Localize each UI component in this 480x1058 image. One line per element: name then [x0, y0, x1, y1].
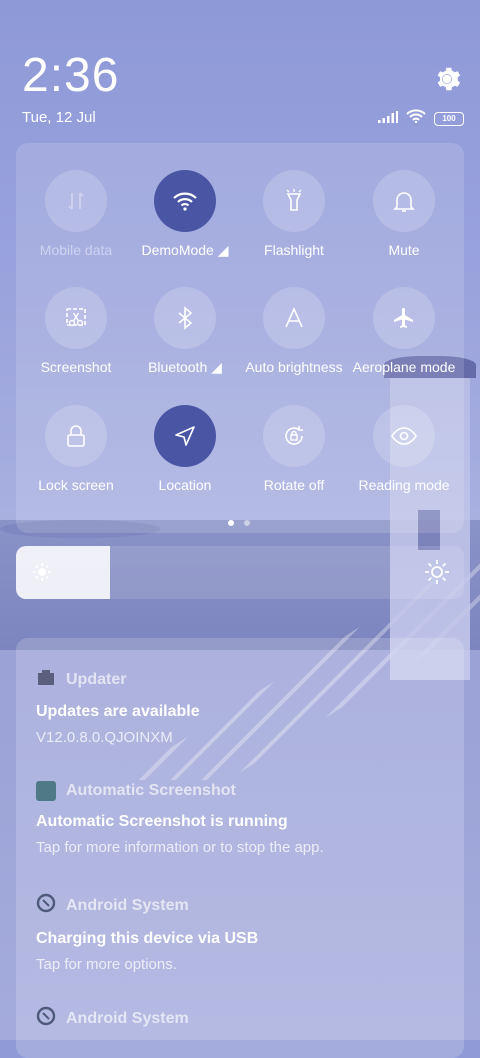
updater-icon — [36, 668, 56, 691]
wifi-icon — [154, 170, 216, 232]
notification-body: Tap for more options. — [36, 956, 177, 973]
scissors-icon — [45, 287, 107, 349]
notification-app-name: Updater — [66, 670, 127, 688]
battery-icon: 100 — [434, 111, 464, 126]
notification-updater[interactable]: Updater Updates are available V12.0.8.0.… — [36, 668, 200, 746]
location-icon — [154, 405, 216, 467]
tile-bluetooth[interactable]: Bluetooth ◢ — [125, 287, 245, 376]
tile-label: Bluetooth — [148, 359, 208, 375]
bluetooth-icon — [154, 287, 216, 349]
tile-demomode[interactable]: DemoMode ◢ — [125, 170, 245, 259]
notification-app-name: Automatic Screenshot — [66, 782, 236, 799]
notification-android-system[interactable]: Android System Charging this device via … — [36, 893, 258, 973]
signal-icon — [378, 110, 398, 128]
tile-label: Mute — [388, 242, 420, 258]
android-system-icon — [36, 1006, 56, 1031]
eye-icon — [373, 405, 435, 467]
automatic-screenshot-icon — [36, 781, 56, 801]
notification-app-name: Android System — [66, 1009, 189, 1027]
tile-mute[interactable]: Mute — [344, 170, 464, 258]
tile-rotate-off[interactable]: Rotate off — [234, 405, 354, 493]
auto-brightness-icon — [263, 287, 325, 349]
notification-title: Automatic Screenshot is running — [36, 813, 288, 830]
notification-app-name: Android System — [66, 896, 189, 914]
tile-label: Reading mode — [358, 477, 450, 493]
brightness-slider[interactable] — [16, 546, 464, 599]
notification-body: V12.0.8.0.QJOINXM — [36, 729, 173, 746]
android-system-icon — [36, 893, 56, 918]
tile-location[interactable]: Location — [125, 405, 245, 493]
rotate-icon — [263, 405, 325, 467]
tile-auto-brightness[interactable]: Auto brightness — [234, 287, 354, 375]
tile-label: Aeroplane mode — [352, 359, 456, 375]
sun-high-icon — [424, 559, 450, 590]
tile-lock-screen[interactable]: Lock screen — [16, 405, 136, 493]
expand-icon: ◢ — [211, 359, 222, 375]
bell-icon — [373, 170, 435, 232]
notification-title: Updates are available — [36, 703, 200, 720]
tile-label: Rotate off — [263, 477, 325, 493]
clock: 2:36 — [22, 49, 120, 102]
tile-label: Auto brightness — [245, 359, 343, 375]
tile-label: Location — [158, 477, 212, 493]
notification-body: Tap for more information or to stop the … — [36, 839, 324, 856]
gear-icon[interactable] — [432, 64, 462, 94]
brightness-fill — [16, 546, 110, 599]
sun-low-icon — [32, 562, 52, 587]
page-indicator — [228, 520, 250, 526]
mobile-data-icon — [45, 170, 107, 232]
tile-label: Screenshot — [40, 359, 112, 375]
notification-android-system-2[interactable]: Android System — [36, 1006, 189, 1031]
tile-reading-mode[interactable]: Reading mode — [344, 405, 464, 493]
tile-label: Flashlight — [264, 242, 324, 258]
wifi-icon — [406, 109, 426, 128]
date: Tue, 12 Jul — [22, 109, 96, 126]
tile-label: DemoMode — [141, 242, 214, 258]
tile-aeroplane-mode[interactable]: Aeroplane mode — [344, 287, 464, 375]
notification-title: Charging this device via USB — [36, 930, 259, 947]
tile-screenshot[interactable]: Screenshot — [16, 287, 136, 375]
airplane-icon — [373, 287, 435, 349]
expand-icon: ◢ — [217, 242, 229, 258]
notification-automatic-screenshot[interactable]: Automatic Screenshot Automatic Screensho… — [36, 781, 324, 856]
page-dot-2[interactable] — [244, 520, 250, 526]
status-icons: 100 — [378, 109, 464, 128]
tile-flashlight[interactable]: Flashlight — [234, 170, 354, 258]
tile-label: Mobile data — [39, 242, 113, 258]
page-dot-1[interactable] — [228, 520, 234, 526]
tile-label: Lock screen — [38, 477, 114, 493]
tile-mobile-data[interactable]: Mobile data — [16, 170, 136, 258]
flashlight-icon — [263, 170, 325, 232]
lock-icon — [45, 405, 107, 467]
